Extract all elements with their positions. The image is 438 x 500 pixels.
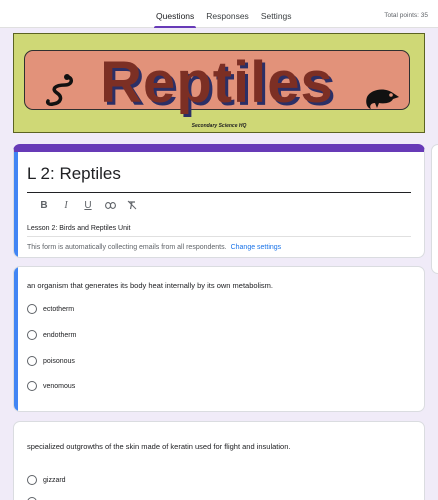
floating-toolbar[interactable] (431, 144, 438, 274)
option-label: ectotherm (43, 305, 75, 313)
option-label: venomous (43, 382, 76, 390)
radio-button[interactable] (27, 381, 37, 391)
question-text[interactable]: an organism that generates its body heat… (27, 281, 273, 290)
radio-button[interactable] (27, 304, 37, 314)
total-points: Total points: 35 (384, 12, 428, 19)
banner-plaque: Reptiles (24, 50, 410, 115)
change-settings-link[interactable]: Change settings (231, 244, 282, 251)
tab-settings[interactable]: Settings (255, 0, 298, 28)
header-banner-image: Reptiles Secondary Science HQ (13, 33, 425, 133)
tab-questions[interactable]: Questions (150, 0, 200, 28)
title-underline (27, 192, 411, 193)
option-label: gizzard (43, 476, 66, 484)
banner-credit: Secondary Science HQ (191, 123, 247, 129)
underline-icon[interactable]: U (77, 198, 99, 212)
radio-button[interactable] (27, 330, 37, 340)
top-bar: Questions Responses Settings Total point… (0, 0, 438, 28)
option-label: endotherm (43, 331, 77, 339)
link-icon[interactable] (99, 198, 121, 212)
bold-icon[interactable]: B (33, 198, 55, 212)
option-item[interactable]: endotherm (27, 330, 76, 340)
clear-format-icon[interactable] (121, 198, 143, 212)
option-item[interactable]: gizzard (27, 475, 66, 485)
tab-responses[interactable]: Responses (200, 0, 255, 28)
format-toolbar: B I U (33, 198, 143, 212)
tab-bar: Questions Responses Settings (150, 0, 298, 28)
option-label: poisonous (43, 357, 75, 365)
radio-button[interactable] (27, 356, 37, 366)
form-title-input[interactable]: L 2: Reptiles (27, 164, 121, 184)
question-card[interactable]: specialized outgrowths of the skin made … (13, 421, 425, 500)
option-item[interactable]: venomous (27, 381, 75, 391)
option-item[interactable]: ectotherm (27, 304, 74, 314)
form-title-card[interactable]: L 2: Reptiles B I U Lesson 2: Birds and … (13, 144, 425, 258)
form-description-input[interactable]: Lesson 2: Birds and Reptiles Unit (27, 225, 131, 232)
email-note-text: This form is automatically collecting em… (27, 244, 227, 251)
email-collection-note: This form is automatically collecting em… (27, 244, 281, 251)
banner-title: Reptiles (100, 50, 334, 115)
radio-button[interactable] (27, 475, 37, 485)
question-card[interactable]: an organism that generates its body heat… (13, 266, 425, 412)
option-item[interactable]: poisonous (27, 356, 75, 366)
question-text[interactable]: specialized outgrowths of the skin made … (27, 442, 291, 451)
description-divider (27, 236, 411, 237)
italic-icon[interactable]: I (55, 198, 77, 212)
